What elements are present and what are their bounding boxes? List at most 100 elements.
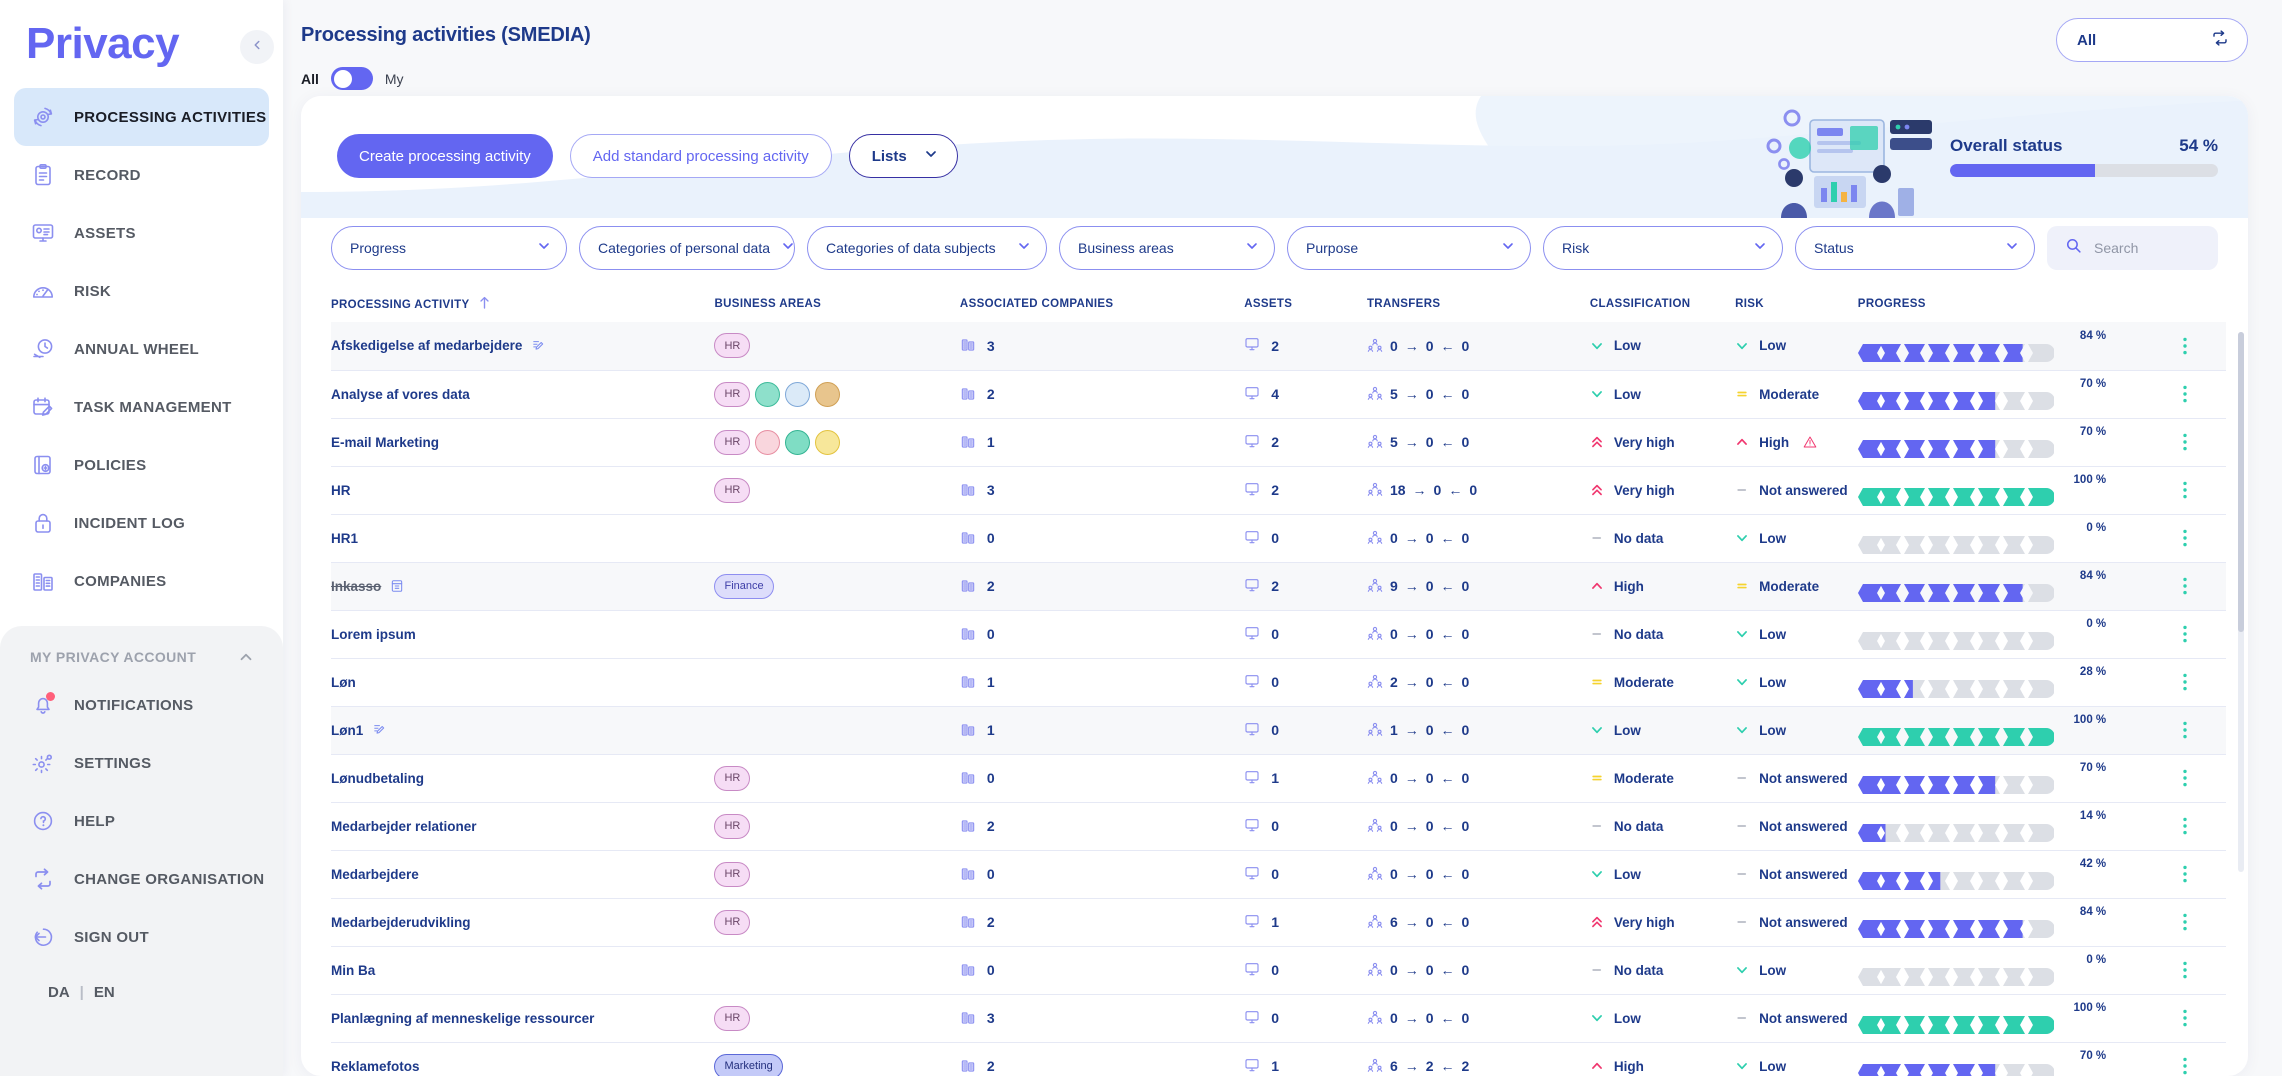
business-area-chip[interactable]: HR [714,477,751,503]
filter-business-areas[interactable]: Business areas [1059,226,1275,270]
table-row[interactable]: Medarbejdere HR 0 0 0 → 0 ← 0 Low Not answered 42 % [331,850,2226,898]
processing-activity-name[interactable]: Medarbejderudvikling [331,915,714,930]
column-header-classification[interactable]: CLASSIFICATION [1590,290,1735,322]
business-area-chip[interactable]: HR [714,333,751,359]
sidebar-item-notifications[interactable]: NOTIFICATIONS [0,676,283,734]
cell-processing-activity[interactable]: Inkasso [331,562,714,610]
language-option-en[interactable]: EN [94,984,115,1001]
language-option-da[interactable]: DA [48,984,70,1001]
sidebar-collapse-button[interactable] [240,30,274,64]
business-area-chip[interactable]: HR [714,813,751,839]
filter-purpose[interactable]: Purpose [1287,226,1531,270]
cell-processing-activity[interactable]: Løn [331,658,714,706]
processing-activity-name[interactable]: Afskedigelse af medarbejdere [331,338,714,353]
processing-activity-name[interactable]: Analyse af vores data [331,387,714,402]
table-row[interactable]: Løn 1 0 2 → 0 ← 0 Moderate Low 28 % [331,658,2226,706]
processing-activity-name[interactable]: Løn [331,675,714,690]
scope-toggle[interactable] [330,67,373,90]
table-row[interactable]: Inkasso Finance 2 2 9 → 0 ← 0 High Moderate 84 % [331,562,2226,610]
business-area-dot-chip[interactable] [785,429,811,455]
sidebar-item-record[interactable]: RECORD [14,146,269,204]
processing-activity-name[interactable]: Reklamefotos [331,1059,714,1074]
create-processing-activity-button[interactable]: Create processing activity [337,134,553,178]
column-header-progress[interactable]: PROGRESS [1858,290,2144,322]
processing-activity-name[interactable]: Løn1 [331,723,714,738]
sidebar-item-risk[interactable]: RISK [14,262,269,320]
kebab-menu-icon[interactable] [2144,769,2226,787]
processing-activity-name[interactable]: Inkasso [331,579,714,594]
filter-progress[interactable]: Progress [331,226,567,270]
column-header-transfers[interactable]: TRANSFERS [1367,290,1590,322]
table-row[interactable]: Løn1 1 0 1 → 0 ← 0 Low Low 100 % [331,706,2226,754]
kebab-menu-icon[interactable] [2144,817,2226,835]
kebab-menu-icon[interactable] [2144,577,2226,595]
cell-processing-activity[interactable]: Medarbejderudvikling [331,898,714,946]
sidebar-item-settings[interactable]: SETTINGS [0,734,283,792]
business-area-chip[interactable]: HR [714,1005,751,1031]
processing-activity-name[interactable]: Medarbejdere [331,867,714,882]
sidebar-item-help[interactable]: HELP [0,792,283,850]
cell-processing-activity[interactable]: Afskedigelse af medarbejdere [331,322,714,370]
processing-activity-name[interactable]: HR [331,483,714,498]
processing-activity-name[interactable]: HR1 [331,531,714,546]
table-row[interactable]: E-mail Marketing HR 1 2 5 → 0 ← 0 Very high High 70… [331,418,2226,466]
table-scrollbar[interactable] [2238,332,2244,872]
kebab-menu-icon[interactable] [2144,865,2226,883]
business-area-dot-chip[interactable] [755,381,781,407]
processing-activity-name[interactable]: Lønudbetaling [331,771,714,786]
cell-processing-activity[interactable]: Min Ba [331,946,714,994]
business-area-dot-chip[interactable] [815,429,841,455]
edit-note-icon[interactable] [531,339,545,353]
table-row[interactable]: Lorem ipsum 0 0 0 → 0 ← 0 No data Low 0 % [331,610,2226,658]
archive-icon[interactable] [390,579,404,593]
business-area-chip[interactable]: HR [714,909,751,935]
kebab-menu-icon[interactable] [2144,1057,2226,1075]
table-row[interactable]: Analyse af vores data HR 2 4 5 → 0 ← 0 Low Moderat… [331,370,2226,418]
kebab-menu-icon[interactable] [2144,1009,2226,1027]
business-area-chip[interactable]: HR [714,765,751,791]
business-area-chip[interactable]: Finance [714,573,774,599]
sidebar-item-task-management[interactable]: TASK MANAGEMENT [14,378,269,436]
kebab-menu-icon[interactable] [2144,481,2226,499]
business-area-chip[interactable]: Marketing [714,1053,783,1076]
account-section-header[interactable]: MY PRIVACY ACCOUNT [0,648,283,666]
cell-processing-activity[interactable]: Analyse af vores data [331,370,714,418]
table-row[interactable]: Planlægning af menneskelige ressourcer HR… [331,994,2226,1042]
processing-activity-name[interactable]: Lorem ipsum [331,627,714,642]
column-header-business-areas[interactable]: BUSINESS AREAS [714,290,959,322]
filter-categories-of-personal-data[interactable]: Categories of personal data [579,226,795,270]
kebab-menu-icon[interactable] [2144,673,2226,691]
column-header-risk[interactable]: RISK [1735,290,1858,322]
kebab-menu-icon[interactable] [2144,529,2226,547]
business-area-dot-chip[interactable] [755,429,781,455]
sidebar-item-policies[interactable]: POLICIES [14,436,269,494]
column-header-associated-companies[interactable]: ASSOCIATED COMPANIES [960,290,1244,322]
cell-processing-activity[interactable]: E-mail Marketing [331,418,714,466]
business-area-dot-chip[interactable] [815,381,841,407]
column-header-assets[interactable]: ASSETS [1244,290,1367,322]
search-input[interactable] [2094,240,2200,256]
cell-processing-activity[interactable]: Medarbejder relationer [331,802,714,850]
business-area-chip[interactable]: HR [714,381,751,407]
sidebar-item-assets[interactable]: ASSETS [14,204,269,262]
cell-processing-activity[interactable]: HR1 [331,514,714,562]
kebab-menu-icon[interactable] [2144,385,2226,403]
kebab-menu-icon[interactable] [2144,961,2226,979]
processing-activity-name[interactable]: Min Ba [331,963,714,978]
kebab-menu-icon[interactable] [2144,625,2226,643]
table-row[interactable]: Medarbejderudvikling HR 2 1 6 → 0 ← 0 Very high No… [331,898,2226,946]
table-row[interactable]: Lønudbetaling HR 0 1 0 → 0 ← 0 Moderate Not answer… [331,754,2226,802]
organisation-selector[interactable]: All [2056,18,2248,62]
sidebar-item-sign-out[interactable]: SIGN OUT [0,908,283,966]
table-row[interactable]: Medarbejder relationer HR 2 0 0 → 0 ← 0 No data No… [331,802,2226,850]
lists-button[interactable]: Lists [848,134,958,178]
cell-processing-activity[interactable]: Lønudbetaling [331,754,714,802]
filter-risk[interactable]: Risk [1543,226,1783,270]
table-row[interactable]: Min Ba 0 0 0 → 0 ← 0 No data Low 0 % [331,946,2226,994]
sidebar-item-processing-activities[interactable]: PROCESSING ACTIVITIES [14,88,269,146]
kebab-menu-icon[interactable] [2144,433,2226,451]
sidebar-item-annual-wheel[interactable]: ANNUAL WHEEL [14,320,269,378]
kebab-menu-icon[interactable] [2144,721,2226,739]
sidebar-item-change-organisation[interactable]: CHANGE ORGANISATION [0,850,283,908]
table-row[interactable]: Reklamefotos Marketing 2 1 6 → 2 ← 2 High Low 70 % [331,1042,2226,1076]
